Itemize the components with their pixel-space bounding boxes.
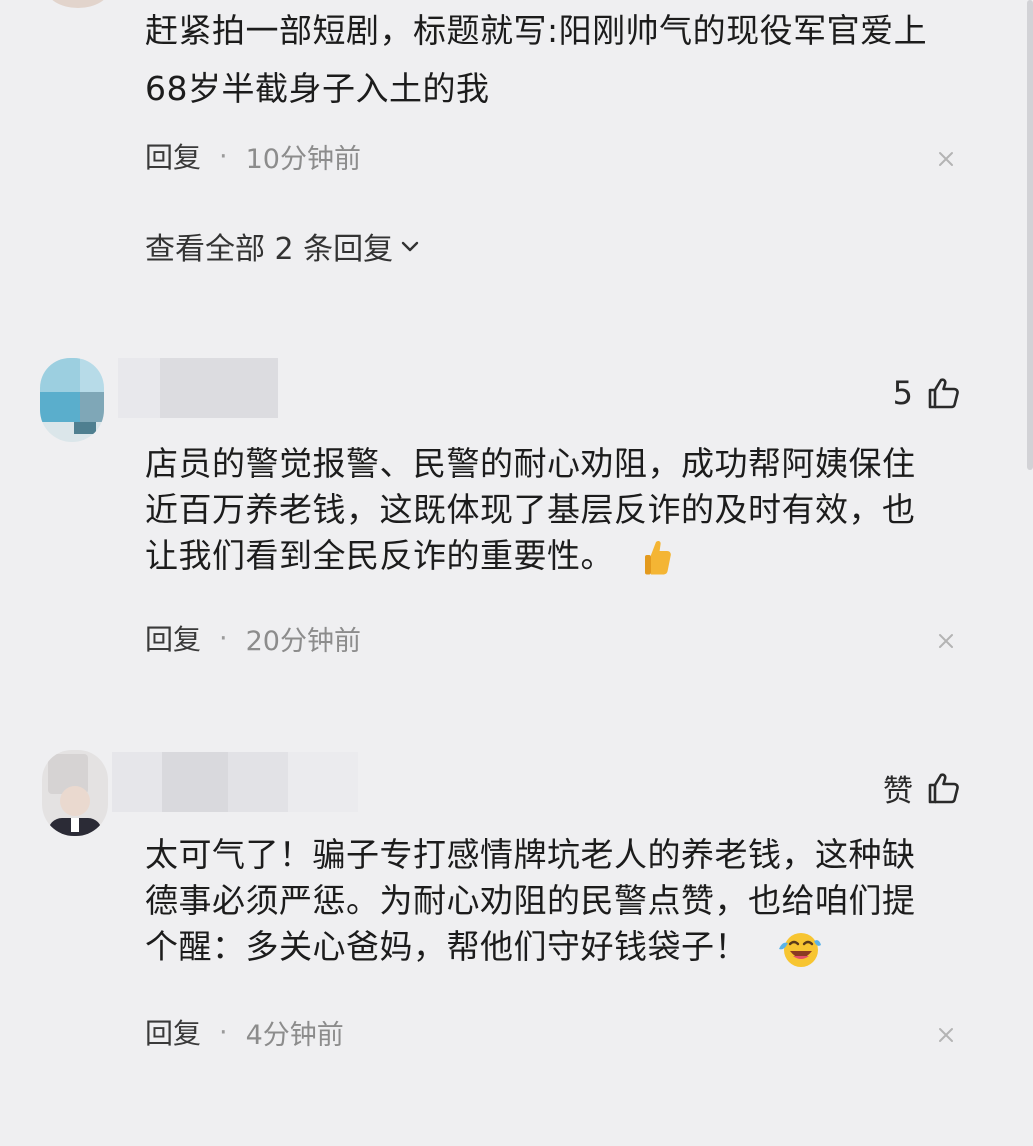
comment-timestamp: 20分钟前: [245, 625, 361, 657]
comment-text-line: 让我们看到全民反诈的重要性。: [145, 533, 965, 579]
comment-text-line-end: 个醒：多关心爸妈，帮他们守好钱袋子！: [145, 927, 748, 966]
view-all-replies-label: 查看全部 2 条回复: [145, 232, 394, 267]
comment-meta: 回复 · 4分钟前: [145, 1012, 344, 1052]
comment-text: 太可气了！骗子专打感情牌坑老人的养老钱，这种缺 德事必须严惩。为耐心劝阻的民警点…: [145, 832, 965, 970]
scrollbar[interactable]: [1027, 0, 1033, 470]
thumbs-up-emoji-icon: [645, 540, 671, 574]
reply-button[interactable]: 回复: [145, 1012, 201, 1052]
comment-text-line: 近百万养老钱，这既体现了基层反诈的及时有效，也: [145, 490, 916, 529]
avatar[interactable]: [46, 0, 110, 8]
avatar[interactable]: [42, 750, 108, 836]
comment-text-line: 店员的警觉报警、民警的耐心劝阻，成功帮阿姨保住: [145, 444, 916, 483]
comment-timestamp: 10分钟前: [245, 143, 361, 175]
separator-dot: ·: [219, 1016, 228, 1048]
comment-text-line: 太可气了！骗子专打感情牌坑老人的养老钱，这种缺: [145, 835, 916, 874]
comment-meta: 回复 · 20分钟前: [145, 618, 361, 658]
comment-feed: 赶紧拍一部短剧，标题就写:阳刚帅气的现役军官爱上 68岁半截身子入土的我 回复 …: [0, 0, 1033, 1146]
reply-button[interactable]: 回复: [145, 136, 201, 176]
close-icon[interactable]: [937, 150, 955, 168]
comment-text: 赶紧拍一部短剧，标题就写:阳刚帅气的现役军官爱上 68岁半截身子入土的我: [145, 8, 965, 112]
reply-button[interactable]: 回复: [145, 618, 201, 658]
separator-dot: ·: [219, 140, 228, 172]
thumbs-up-icon: [928, 378, 959, 409]
like-label: 赞: [883, 774, 913, 809]
comment-meta: 回复 · 10分钟前: [145, 136, 361, 176]
avatar[interactable]: [40, 358, 104, 442]
close-icon[interactable]: [937, 1026, 955, 1044]
close-icon[interactable]: [937, 632, 955, 650]
chevron-down-icon: [401, 241, 419, 252]
like-button[interactable]: 5: [893, 374, 961, 412]
username-blurred[interactable]: [112, 752, 358, 812]
comment-text-line: 赶紧拍一部短剧，标题就写:阳刚帅气的现役军官爱上: [145, 11, 928, 50]
separator-dot: ·: [219, 622, 228, 654]
comment-text-line-end: 让我们看到全民反诈的重要性。: [145, 536, 614, 575]
like-button[interactable]: 赞: [883, 766, 961, 810]
like-count: 5: [892, 374, 913, 412]
comment-text: 店员的警觉报警、民警的耐心劝阻，成功帮阿姨保住 近百万养老钱，这既体现了基层反诈…: [145, 441, 965, 579]
comment-timestamp: 4分钟前: [245, 1019, 344, 1051]
comment-text-line: 德事必须严惩。为耐心劝阻的民警点赞，也给咱们提: [145, 881, 916, 920]
thumbs-up-icon: [928, 773, 959, 804]
comment-text-line: 个醒：多关心爸妈，帮他们守好钱袋子！: [145, 924, 965, 970]
laughing-crying-emoji-icon: [779, 932, 821, 967]
username-blurred[interactable]: [118, 358, 278, 418]
comment-text-line: 68岁半截身子入土的我: [145, 69, 490, 108]
view-all-replies-button[interactable]: 查看全部 2 条回复: [145, 224, 421, 268]
